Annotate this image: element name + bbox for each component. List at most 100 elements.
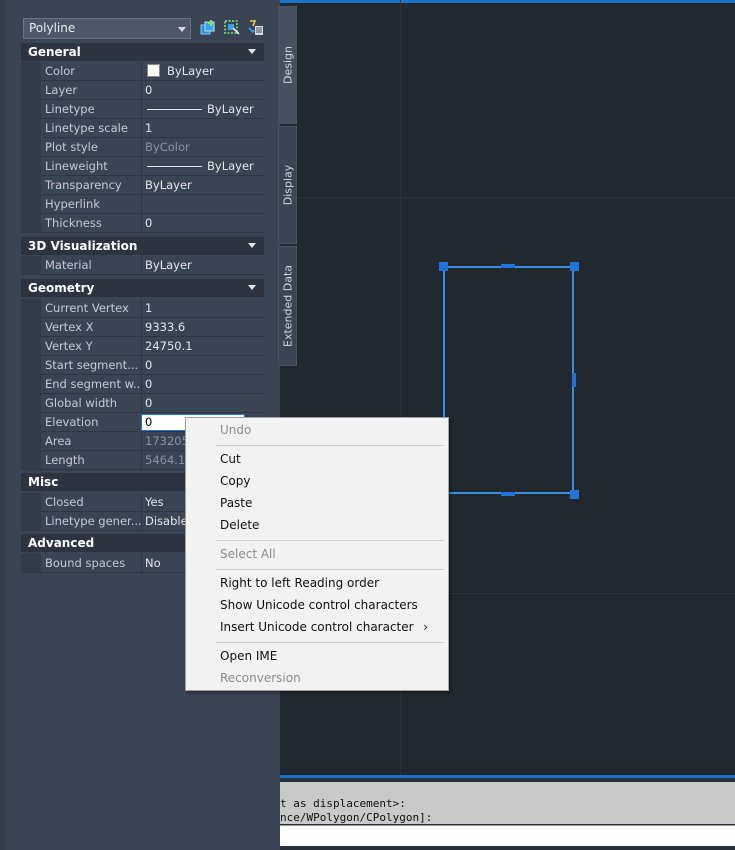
property-value[interactable]: 1 bbox=[141, 299, 264, 318]
property-row-end-segment-width[interactable]: End segment w... 0 bbox=[21, 375, 264, 394]
property-row-lineweight[interactable]: Lineweight ByLayer bbox=[21, 157, 264, 176]
property-label: Global width bbox=[45, 396, 118, 410]
vertex-grip[interactable] bbox=[570, 490, 579, 499]
viewport-top-border bbox=[280, 0, 735, 3]
vertex-grip[interactable] bbox=[570, 262, 579, 271]
lineweight-value: ByLayer bbox=[207, 159, 254, 173]
property-label: Linetype bbox=[45, 102, 95, 116]
menu-item-rtl-reading-order[interactable]: Right to left Reading order bbox=[220, 573, 379, 593]
category-title: Advanced bbox=[28, 536, 95, 550]
row-gutter bbox=[21, 554, 41, 573]
command-history-line: nce/WPolygon/CPolygon]: bbox=[280, 811, 433, 824]
color-value: ByLayer bbox=[167, 64, 214, 78]
property-row-current-vertex[interactable]: Current Vertex 1 bbox=[21, 299, 264, 318]
row-gutter bbox=[21, 256, 41, 275]
tab-label: Extended Data bbox=[281, 264, 294, 348]
row-gutter bbox=[21, 157, 41, 176]
row-gutter bbox=[21, 100, 41, 119]
tab-label: Design bbox=[281, 46, 294, 84]
property-label: Lineweight bbox=[45, 159, 108, 173]
property-row-vertex-y[interactable]: Vertex Y 24750.1 bbox=[21, 337, 264, 356]
property-label: Length bbox=[45, 453, 85, 467]
property-value[interactable]: 9333.6 bbox=[141, 318, 264, 337]
property-value[interactable]: ByLayer bbox=[141, 256, 264, 275]
context-menu: Undo Cut Copy Paste Delete Select All Ri… bbox=[185, 417, 449, 691]
collapse-arrow-icon[interactable] bbox=[248, 243, 256, 248]
row-gutter bbox=[21, 318, 41, 337]
menu-item-open-ime[interactable]: Open IME bbox=[220, 646, 277, 666]
row-gutter bbox=[21, 451, 41, 470]
property-row-vertex-x[interactable]: Vertex X 9333.6 bbox=[21, 318, 264, 337]
selected-polyline[interactable] bbox=[443, 266, 574, 494]
menu-item-label: Insert Unicode control character bbox=[220, 620, 414, 634]
category-title: General bbox=[28, 45, 81, 59]
color-swatch-icon bbox=[147, 64, 160, 77]
row-gutter bbox=[21, 413, 41, 432]
object-type-dropdown[interactable]: Polyline bbox=[23, 18, 191, 39]
property-row-thickness[interactable]: Thickness 0 bbox=[21, 214, 264, 233]
row-gutter bbox=[21, 299, 41, 318]
property-value[interactable]: 0 bbox=[141, 394, 264, 413]
property-label: Material bbox=[45, 258, 92, 272]
quick-select-icon[interactable] bbox=[247, 19, 265, 37]
row-gutter bbox=[21, 394, 41, 413]
property-row-color[interactable]: Color ByLayer bbox=[21, 62, 264, 81]
property-value[interactable]: 0 bbox=[141, 375, 264, 394]
property-label: Start segment... bbox=[45, 358, 139, 372]
toggle-pickadd-icon[interactable] bbox=[199, 19, 217, 37]
linetype-preview-icon bbox=[147, 109, 202, 110]
row-gutter bbox=[21, 81, 41, 100]
property-value[interactable] bbox=[141, 195, 264, 214]
property-value[interactable]: 0 bbox=[141, 214, 264, 233]
property-row-layer[interactable]: Layer 0 bbox=[21, 81, 264, 100]
property-row-transparency[interactable]: Transparency ByLayer bbox=[21, 176, 264, 195]
category-general[interactable]: General bbox=[21, 43, 264, 61]
command-input[interactable] bbox=[280, 825, 735, 846]
property-value[interactable]: 1 bbox=[141, 119, 264, 138]
property-value[interactable]: ByLayer bbox=[141, 176, 264, 195]
midpoint-grip[interactable] bbox=[501, 264, 515, 268]
menu-separator bbox=[216, 642, 444, 643]
property-value[interactable]: 0 bbox=[141, 356, 264, 375]
property-value[interactable]: ByLayer bbox=[141, 100, 264, 119]
vertex-grip[interactable] bbox=[439, 262, 448, 271]
menu-item-delete[interactable]: Delete bbox=[220, 515, 259, 535]
tab-extended-data[interactable]: Extended Data bbox=[278, 246, 297, 366]
category-geometry[interactable]: Geometry bbox=[21, 279, 264, 297]
tab-design[interactable]: Design bbox=[278, 6, 297, 124]
property-label: End segment w... bbox=[45, 377, 141, 391]
menu-item-insert-unicode-control-char[interactable]: Insert Unicode control character › bbox=[220, 617, 438, 637]
category-3d-visualization[interactable]: 3D Visualization bbox=[21, 237, 264, 255]
property-row-start-segment-width[interactable]: Start segment... 0 bbox=[21, 356, 264, 375]
property-row-global-width[interactable]: Global width 0 bbox=[21, 394, 264, 413]
lineweight-preview-icon bbox=[147, 166, 202, 167]
property-value[interactable]: 0 bbox=[141, 81, 264, 100]
menu-item-show-unicode-control-chars[interactable]: Show Unicode control characters bbox=[220, 595, 418, 615]
property-row-linetype[interactable]: Linetype ByLayer bbox=[21, 100, 264, 119]
palette-title-edge[interactable] bbox=[0, 0, 6, 850]
property-value[interactable]: 24750.1 bbox=[141, 337, 264, 356]
menu-item-copy[interactable]: Copy bbox=[220, 471, 250, 491]
property-row-hyperlink[interactable]: Hyperlink bbox=[21, 195, 264, 214]
property-label: Layer bbox=[45, 83, 78, 97]
midpoint-grip[interactable] bbox=[501, 492, 515, 496]
property-value[interactable]: ByLayer bbox=[141, 157, 264, 176]
category-title: Geometry bbox=[28, 281, 95, 295]
property-label: Elevation bbox=[45, 415, 99, 429]
menu-item-cut[interactable]: Cut bbox=[220, 449, 241, 469]
menu-item-select-all: Select All bbox=[220, 547, 276, 561]
property-value: ByColor bbox=[141, 138, 264, 157]
midpoint-grip[interactable] bbox=[572, 373, 576, 387]
collapse-arrow-icon[interactable] bbox=[248, 49, 256, 54]
property-value[interactable]: ByLayer bbox=[141, 62, 264, 81]
select-objects-icon[interactable] bbox=[223, 19, 241, 37]
tab-display[interactable]: Display bbox=[278, 126, 297, 244]
collapse-arrow-icon[interactable] bbox=[248, 285, 256, 290]
row-gutter bbox=[21, 138, 41, 157]
menu-item-paste[interactable]: Paste bbox=[220, 493, 252, 513]
object-type-value: Polyline bbox=[29, 21, 76, 35]
menu-separator bbox=[216, 569, 444, 570]
property-row-linetype-scale[interactable]: Linetype scale 1 bbox=[21, 119, 264, 138]
property-row-material[interactable]: Material ByLayer bbox=[21, 256, 264, 275]
linetype-value: ByLayer bbox=[207, 102, 254, 116]
